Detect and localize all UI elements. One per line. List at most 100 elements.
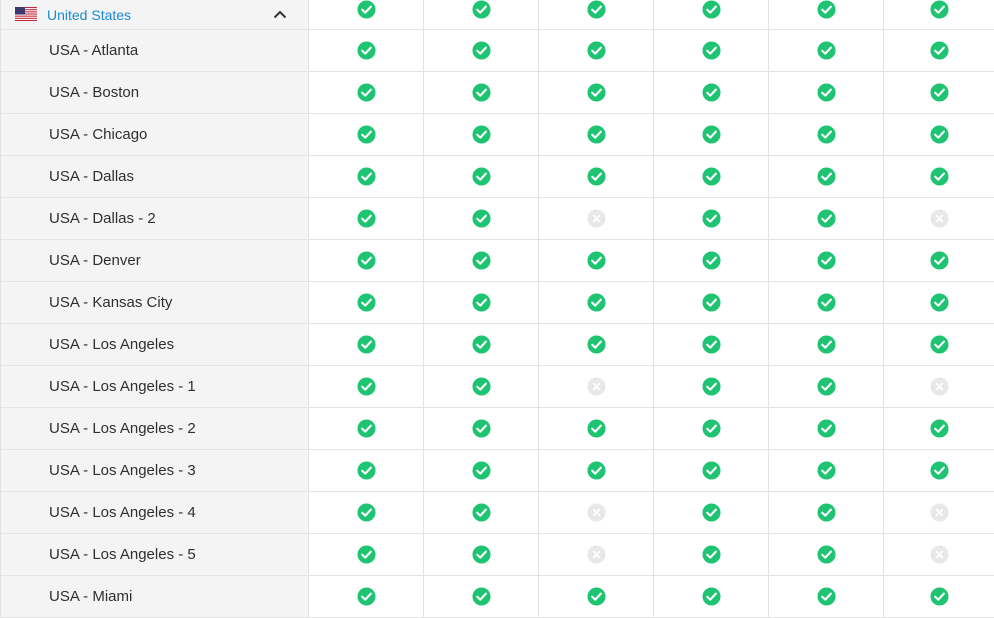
status-cell [538,30,653,72]
status-cell [308,198,423,240]
status-cell [538,366,653,408]
status-cell [768,156,883,198]
check-circle-icon [471,461,491,480]
check-circle-icon [471,587,491,606]
status-cell [653,240,768,282]
check-circle-icon [356,503,376,522]
status-cell [653,0,768,30]
status-cell [653,408,768,450]
status-cell [653,492,768,534]
table-row: USA - Los Angeles [0,324,994,366]
status-cell [768,576,883,618]
x-circle-icon [929,377,949,396]
status-cell [423,324,538,366]
status-cell [308,450,423,492]
status-cell [653,366,768,408]
collapse-toggle-button[interactable] [270,5,290,25]
status-cell [308,240,423,282]
status-cell [538,450,653,492]
check-circle-icon [471,0,491,19]
table-row: USA - Atlanta [0,30,994,72]
x-circle-icon [929,545,949,564]
check-circle-icon [701,125,721,144]
status-cell [653,576,768,618]
status-cell [653,282,768,324]
status-cell [883,282,994,324]
status-cell [423,492,538,534]
status-cell [423,450,538,492]
check-circle-icon [356,461,376,480]
country-name[interactable]: United States [47,7,131,23]
check-circle-icon [471,167,491,186]
country-header-row[interactable]: United States [0,0,994,30]
status-cell [538,408,653,450]
status-cell [308,282,423,324]
table-row: USA - Los Angeles - 3 [0,450,994,492]
x-circle-icon [586,209,606,228]
check-circle-icon [929,587,949,606]
status-cell [308,156,423,198]
check-circle-icon [929,419,949,438]
table-row: USA - Denver [0,240,994,282]
status-cell [653,156,768,198]
check-circle-icon [586,125,606,144]
check-circle-icon [471,251,491,270]
status-cell [883,324,994,366]
check-circle-icon [929,83,949,102]
check-circle-icon [471,41,491,60]
status-cell [423,198,538,240]
status-cell [423,576,538,618]
check-circle-icon [586,419,606,438]
status-cell [423,72,538,114]
status-cell [423,366,538,408]
status-cell [768,282,883,324]
status-cell [653,450,768,492]
check-circle-icon [929,293,949,312]
server-location-name: USA - Dallas - 2 [0,198,308,240]
country-cell[interactable]: United States [0,0,308,30]
status-cell [423,408,538,450]
x-circle-icon [929,209,949,228]
status-cell [883,30,994,72]
table-row: USA - Los Angeles - 2 [0,408,994,450]
check-circle-icon [816,377,836,396]
status-cell [883,492,994,534]
status-cell [883,534,994,576]
status-cell [653,534,768,576]
check-circle-icon [701,461,721,480]
server-location-name: USA - Boston [0,72,308,114]
table-row: USA - Boston [0,72,994,114]
server-location-name: USA - Los Angeles - 3 [0,450,308,492]
status-cell [423,240,538,282]
status-cell [768,534,883,576]
server-location-name: USA - Atlanta [0,30,308,72]
check-circle-icon [586,0,606,19]
server-location-name: USA - Los Angeles [0,324,308,366]
x-circle-icon [929,503,949,522]
status-cell [653,114,768,156]
status-cell [768,492,883,534]
check-circle-icon [816,335,836,354]
status-cell [883,576,994,618]
check-circle-icon [586,293,606,312]
status-cell [768,30,883,72]
status-cell [423,30,538,72]
status-cell [538,156,653,198]
table-row: USA - Chicago [0,114,994,156]
check-circle-icon [816,545,836,564]
check-circle-icon [701,41,721,60]
us-flag-icon [15,6,37,21]
check-circle-icon [816,587,836,606]
status-cell [883,198,994,240]
check-circle-icon [701,419,721,438]
status-cell [883,114,994,156]
check-circle-icon [356,419,376,438]
status-cell [423,114,538,156]
check-circle-icon [701,503,721,522]
server-location-name: USA - Dallas [0,156,308,198]
status-cell [308,492,423,534]
x-circle-icon [586,503,606,522]
status-cell [538,72,653,114]
server-location-name: USA - Chicago [0,114,308,156]
status-cell [883,156,994,198]
